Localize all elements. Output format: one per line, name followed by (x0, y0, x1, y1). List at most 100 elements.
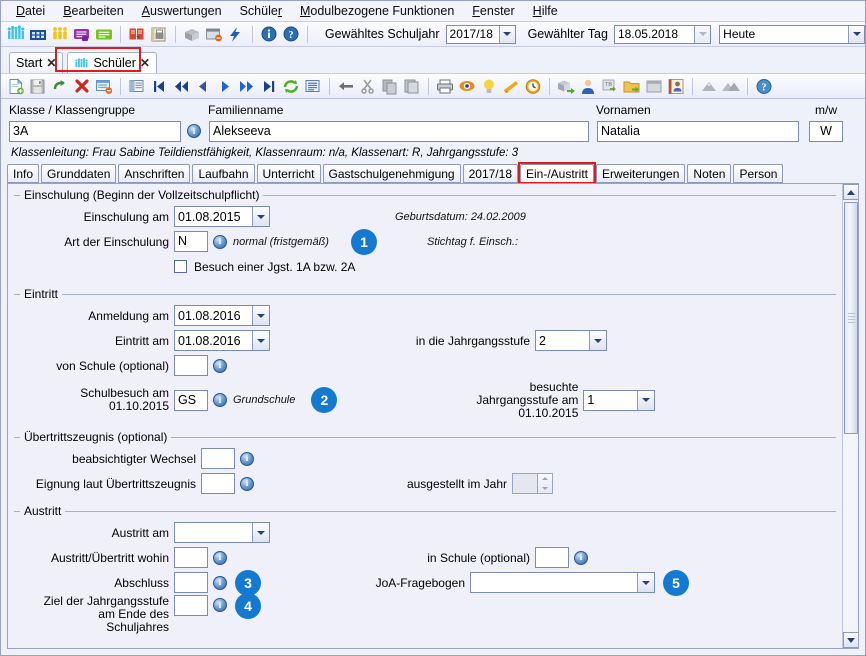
schulbesuch-input[interactable]: GS (174, 389, 208, 411)
paste-icon[interactable] (402, 77, 422, 96)
school-building-icon[interactable] (28, 25, 48, 44)
besuchte-jahrgangsstufe-combo[interactable]: 1 (583, 389, 656, 411)
tab-ein-austritt[interactable]: Ein-/Austritt (518, 162, 597, 184)
print-icon[interactable] (435, 77, 455, 96)
tab-anschriften[interactable]: Anschriften (118, 164, 191, 183)
window-minus-icon[interactable] (204, 25, 224, 44)
mw-input[interactable]: W (809, 120, 843, 142)
wohin-input[interactable] (174, 547, 208, 568)
tab-info[interactable]: Info (7, 164, 40, 183)
in-schule-input[interactable] (535, 547, 569, 568)
package-grey-icon[interactable] (182, 25, 202, 44)
scroll-thumb[interactable] (844, 202, 858, 434)
eignung-input[interactable] (201, 473, 235, 494)
last-record-icon[interactable] (259, 77, 279, 96)
info-icon-ziel[interactable]: i (213, 598, 227, 612)
chevron-down-icon-besuchte[interactable] (637, 390, 655, 410)
next-record-icon[interactable] (215, 77, 235, 96)
chevron-down-icon-eintritt[interactable] (252, 331, 269, 350)
mountain-icon[interactable] (699, 77, 719, 96)
tab-schuljahr[interactable]: 2017/18 (462, 164, 518, 183)
refresh-icon[interactable] (281, 77, 301, 96)
tab-erweiterungen[interactable]: Erweiterungen (596, 164, 686, 183)
tab-unterricht[interactable]: Unterricht (256, 164, 321, 183)
tab-grunddaten[interactable]: Grunddaten (41, 164, 117, 183)
window-tab-start[interactable]: Start ✕ (9, 52, 64, 73)
purple-note-icon[interactable] (72, 25, 92, 44)
cut-icon[interactable] (358, 77, 378, 96)
tab-noten[interactable]: Noten (687, 164, 732, 183)
klasse-input[interactable]: 3A (9, 120, 181, 142)
menu-schueler[interactable]: Schüler (231, 2, 291, 21)
red-book-icon[interactable] (127, 25, 147, 44)
first-record-icon[interactable] (149, 77, 169, 96)
help-icon[interactable]: ? (281, 25, 301, 44)
abschluss-input[interactable] (174, 572, 208, 593)
close-icon-start[interactable]: ✕ (46, 56, 56, 70)
info-icon[interactable] (259, 25, 279, 44)
new-document-icon[interactable] (6, 77, 26, 96)
info-icon-in-schule[interactable]: i (574, 550, 588, 565)
info-icon-eignung[interactable]: i (240, 476, 254, 491)
von-schule-input[interactable] (174, 355, 208, 376)
group-people-icon[interactable] (6, 24, 26, 44)
menu-hilfe[interactable]: Hilfe (524, 2, 567, 21)
back-arrow-icon[interactable] (336, 77, 356, 96)
scroll-down-button[interactable] (843, 632, 858, 648)
menu-datei[interactable]: Datei (7, 2, 54, 21)
besuch-jgst-checkbox[interactable] (174, 260, 187, 273)
id-card-icon[interactable] (666, 77, 686, 96)
save-icon[interactable] (28, 77, 48, 96)
undo-icon[interactable] (50, 77, 70, 96)
help-round-icon[interactable]: ? (754, 77, 774, 96)
cone-filter-icon[interactable] (501, 77, 521, 96)
list-detail-icon[interactable] (127, 77, 147, 96)
chevron-down-icon-austritt[interactable] (252, 523, 269, 542)
info-icon-klasse[interactable]: i (187, 124, 201, 138)
lightning-icon[interactable] (226, 25, 246, 44)
previous-record-icon[interactable] (193, 77, 213, 96)
fast-forward-icon[interactable] (237, 77, 257, 96)
chevron-down-icon-anmeldung[interactable] (252, 306, 269, 325)
vornamen-input[interactable]: Natalia (597, 120, 799, 142)
tab-laufbahn[interactable]: Laufbahn (192, 164, 255, 183)
mountains-icon[interactable] (721, 77, 741, 96)
menu-fenster[interactable]: Fenster (463, 2, 523, 21)
list-icon[interactable] (303, 77, 323, 96)
fast-rewind-icon[interactable] (171, 77, 191, 96)
form-minus-icon[interactable] (94, 77, 114, 96)
person-blue-icon[interactable] (578, 77, 598, 96)
jahrgangsstufe-combo[interactable]: 2 (535, 330, 607, 351)
chevron-down-icon[interactable] (498, 25, 515, 43)
wechsel-input[interactable] (201, 448, 235, 469)
copy-icon[interactable] (380, 77, 400, 96)
art-einschulung-input[interactable]: N (174, 231, 208, 252)
panel-vertical-scrollbar[interactable] (842, 184, 858, 648)
eintritt-am-combo[interactable]: 01.08.2016 (174, 330, 270, 351)
info-icon-schulbesuch[interactable]: i (213, 393, 227, 407)
folder-export-icon[interactable] (622, 77, 642, 96)
package-export-icon[interactable] (556, 77, 576, 96)
window-tab-schueler[interactable]: Schüler ✕ (67, 52, 157, 73)
familienname-input[interactable]: Alekseeva (209, 120, 589, 142)
green-note-icon[interactable] (94, 25, 114, 44)
einschulung-am-combo[interactable]: 01.08.2015 (174, 206, 270, 227)
printer-report-icon[interactable] (149, 25, 169, 44)
delete-red-x-icon[interactable] (72, 77, 92, 96)
chevron-down-icon-tag[interactable] (694, 25, 711, 43)
chevron-down-icon-einschulung[interactable] (252, 207, 269, 226)
austritt-am-combo[interactable] (174, 522, 270, 543)
info-icon-abschluss[interactable]: i (213, 575, 227, 590)
scroll-up-button[interactable] (843, 184, 858, 200)
tab-person[interactable]: Person (733, 164, 784, 183)
close-icon-schueler[interactable]: ✕ (140, 56, 150, 70)
ausgestellt-jahr-input[interactable] (512, 473, 538, 494)
preview-eye-icon[interactable] (457, 77, 477, 96)
clock-icon[interactable] (523, 77, 543, 96)
tag-combo[interactable]: 18.05.2018 (613, 24, 712, 44)
bulb-icon[interactable] (479, 77, 499, 96)
joa-fragebogen-combo[interactable] (470, 572, 655, 593)
menu-modulbezogene-funktionen[interactable]: Modulbezogene Funktionen (291, 2, 463, 21)
schuljahr-combo[interactable]: 2017/18 (445, 24, 516, 44)
info-icon-von-schule[interactable]: i (213, 358, 227, 373)
